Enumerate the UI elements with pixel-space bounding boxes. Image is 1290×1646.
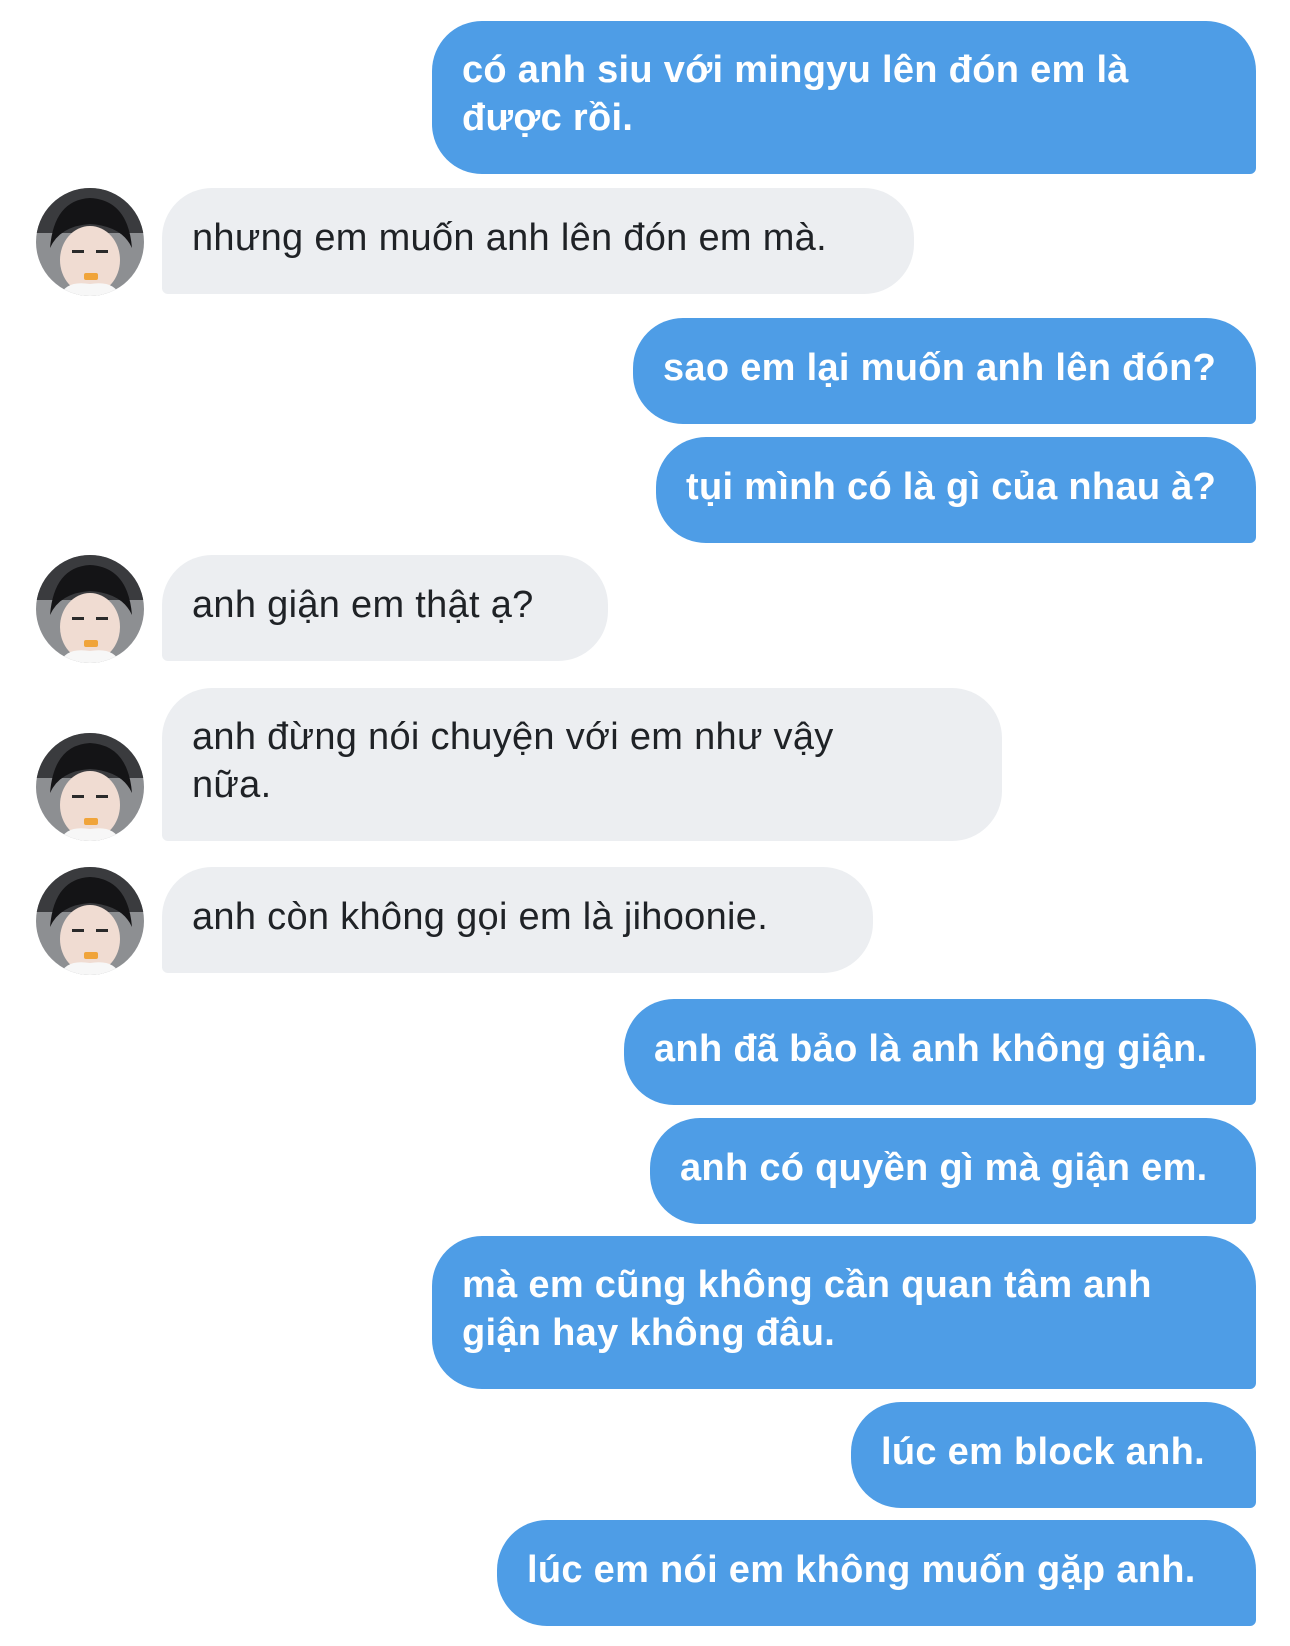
outgoing-message-bubble[interactable]: sao em lại muốn anh lên đón?: [633, 318, 1256, 424]
contact-avatar[interactable]: [36, 188, 144, 296]
contact-avatar[interactable]: [36, 867, 144, 975]
avatar-photo-icon: [36, 867, 144, 975]
outgoing-message-bubble[interactable]: có anh siu với mingyu lên đón em là được…: [432, 21, 1256, 174]
incoming-message-bubble[interactable]: anh đừng nói chuyện với em như vậy nữa.: [162, 688, 1002, 841]
incoming-message-bubble[interactable]: anh giận em thật ạ?: [162, 555, 608, 661]
outgoing-message-bubble[interactable]: lúc em nói em không muốn gặp anh.: [497, 1520, 1256, 1626]
contact-avatar[interactable]: [36, 733, 144, 841]
avatar-photo-icon: [36, 555, 144, 663]
outgoing-message-bubble[interactable]: lúc em block anh.: [851, 1402, 1256, 1508]
avatar-photo-icon: [36, 733, 144, 841]
outgoing-message-bubble[interactable]: tụi mình có là gì của nhau à?: [656, 437, 1256, 543]
incoming-message-bubble[interactable]: nhưng em muốn anh lên đón em mà.: [162, 188, 914, 294]
contact-avatar[interactable]: [36, 555, 144, 663]
outgoing-message-bubble[interactable]: anh có quyền gì mà giận em.: [650, 1118, 1256, 1224]
outgoing-message-bubble[interactable]: anh đã bảo là anh không giận.: [624, 999, 1256, 1105]
avatar-photo-icon: [36, 188, 144, 296]
outgoing-message-bubble[interactable]: mà em cũng không cần quan tâm anh giận h…: [432, 1236, 1256, 1389]
incoming-message-bubble[interactable]: anh còn không gọi em là jihoonie.: [162, 867, 873, 973]
